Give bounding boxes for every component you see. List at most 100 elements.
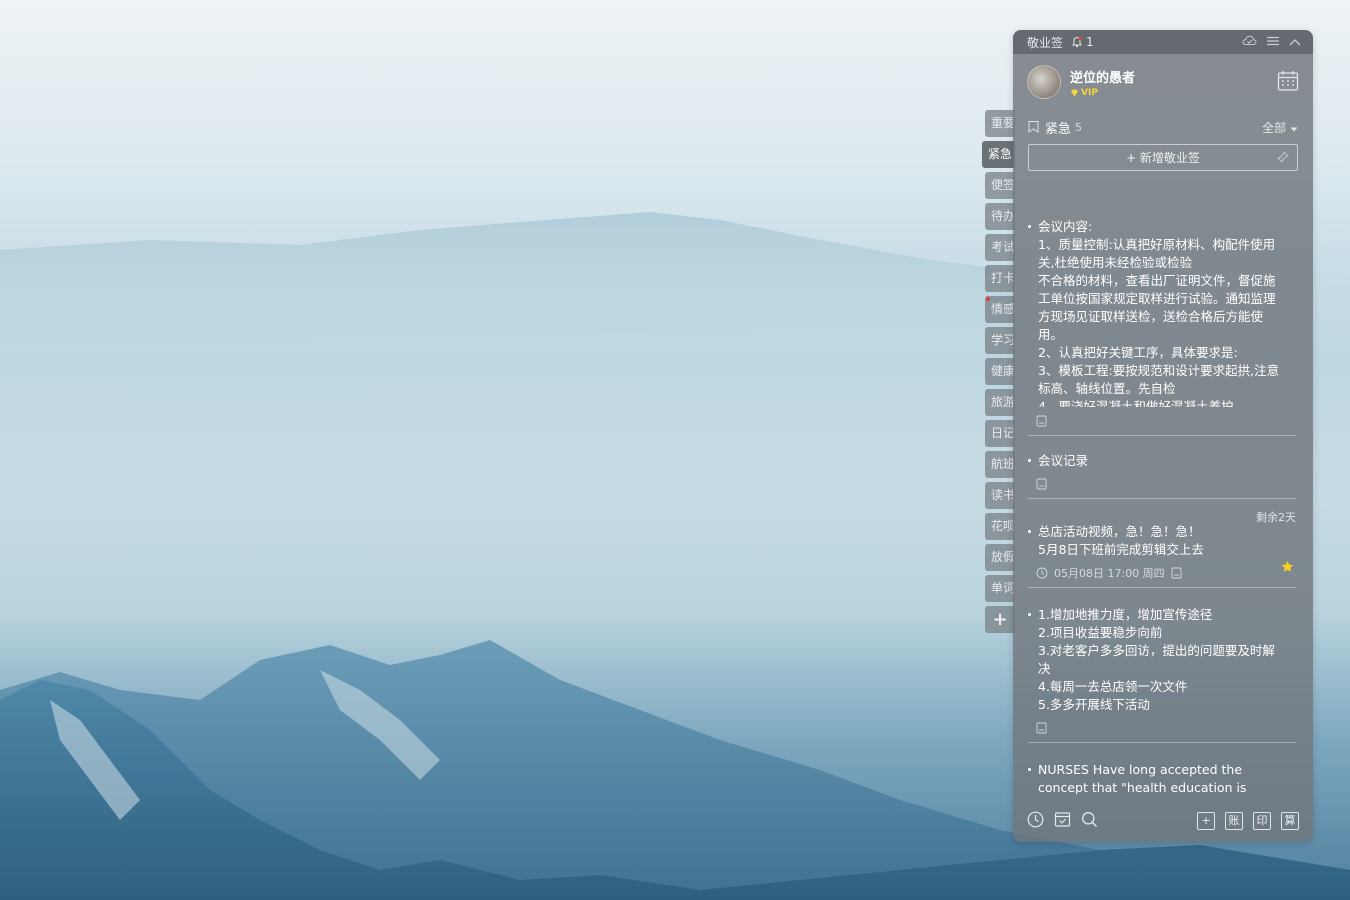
- tab-label: 花呗: [991, 519, 1015, 533]
- checklist-icon: [1054, 811, 1071, 827]
- note-line: 5.多多开展线下活动: [1038, 697, 1150, 712]
- add-category-button[interactable]: +: [985, 606, 1015, 633]
- calculator-button[interactable]: 算: [1281, 812, 1299, 830]
- note-bullet: [1028, 768, 1031, 771]
- collapse-button[interactable]: [1289, 35, 1301, 49]
- tab-label: 情感: [991, 302, 1015, 316]
- category-name: 紧急: [1045, 121, 1072, 137]
- tab-label: 重要: [991, 116, 1015, 130]
- note-line: 3、模板工程:要按规范和设计要求起拱,注意: [1038, 363, 1280, 378]
- reminder-button[interactable]: [1027, 811, 1044, 832]
- note-panel: 敬业签 1 逆位的愚者 VIP 紧急 5 全部 + 新增敬业签 会议内容: 1、…: [1013, 30, 1313, 842]
- note-line: 会议记录: [1038, 453, 1089, 468]
- note-item[interactable]: 剩余2天 总店活动视频，急！急！急！ 5月8日下班前完成剪辑交上去 05月08日 17…: [1028, 499, 1296, 588]
- note-line: 会议内容:: [1038, 219, 1093, 234]
- bottom-toolbar: + 账 印 算: [1013, 800, 1313, 842]
- tab-1[interactable]: 紧急: [982, 141, 1015, 168]
- menu-button[interactable]: [1267, 35, 1279, 49]
- tab-label: 放假: [991, 550, 1015, 564]
- tab-label: 旅游: [991, 395, 1015, 409]
- menu-icon: [1267, 36, 1279, 46]
- category-count: 5: [1075, 120, 1083, 134]
- bell-icon: [1072, 36, 1083, 48]
- tab-8[interactable]: 健康: [985, 358, 1015, 385]
- reminder-count: 1: [1086, 35, 1094, 49]
- attachment-icon: [1036, 415, 1047, 427]
- tab-13[interactable]: 花呗: [985, 513, 1015, 540]
- remaining-days: 剩余2天: [1256, 511, 1296, 524]
- note-line: concept that "health education is: [1038, 780, 1247, 794]
- note-item[interactable]: 会议内容: 1、质量控制:认真把好原材料、构配件使用 关,杜绝使用未经检验或检验不合…: [1028, 190, 1296, 436]
- sync-button[interactable]: [1242, 35, 1257, 49]
- note-meta: [1028, 714, 1296, 742]
- tab-6[interactable]: 情感: [985, 296, 1015, 323]
- cloud-icon: [1242, 35, 1257, 45]
- diamond-icon: [1071, 89, 1078, 96]
- clock-icon: [1036, 567, 1048, 579]
- tab-4[interactable]: 考试: [985, 234, 1015, 261]
- caret-down-icon: [1290, 127, 1298, 131]
- new-note-label: + 新增敬业签: [1126, 151, 1200, 165]
- tab-10[interactable]: 日记: [985, 420, 1015, 447]
- add-tool-button[interactable]: +: [1197, 812, 1215, 830]
- tab-5[interactable]: 打卡: [985, 265, 1015, 292]
- tab-label: 学习: [991, 333, 1015, 347]
- note-item[interactable]: 会议记录: [1028, 436, 1296, 499]
- filter-label: 全部: [1262, 120, 1287, 135]
- avatar[interactable]: [1027, 65, 1061, 99]
- note-line: 工单位按国家规定取样进行试验。通知监理: [1038, 291, 1276, 306]
- note-line: NURSES Have long accepted the: [1038, 762, 1243, 777]
- note-line: 1.增加地推力度，增加宣传途径: [1038, 607, 1213, 622]
- note-line: 1、质量控制:认真把好原材料、构配件使用: [1038, 237, 1276, 252]
- tab-2[interactable]: 便签: [985, 172, 1015, 199]
- tab-label: 单词: [991, 581, 1015, 595]
- vip-label: VIP: [1081, 87, 1098, 98]
- tab-15[interactable]: 单词: [985, 575, 1015, 602]
- tab-label: 读书: [991, 488, 1015, 502]
- note-line: 不合格的材料，查看出厂证明文件，督促施: [1038, 273, 1276, 288]
- panel-titlebar[interactable]: 敬业签 1: [1013, 30, 1313, 54]
- note-line-truncated: 4、要浇好混凝土和做好混凝土养护: [1038, 399, 1234, 407]
- print-button[interactable]: 印: [1253, 812, 1271, 830]
- tab-14[interactable]: 放假: [985, 544, 1015, 571]
- note-line: 标高、轴线位置。先自检: [1038, 381, 1176, 396]
- note-bullet: [1028, 530, 1031, 533]
- collapse-icon: [1289, 39, 1301, 46]
- search-icon: [1082, 811, 1098, 827]
- note-list[interactable]: 会议内容: 1、质量控制:认真把好原材料、构配件使用 关,杜绝使用未经检验或检验不合…: [1013, 190, 1313, 794]
- note-bullet: [1028, 613, 1031, 616]
- completed-button[interactable]: [1054, 811, 1071, 832]
- tab-0[interactable]: 重要: [985, 110, 1015, 137]
- user-info: 逆位的愚者 VIP: [1013, 54, 1313, 110]
- tab-label: 待办: [991, 209, 1015, 223]
- new-note-button[interactable]: + 新增敬业签: [1028, 144, 1298, 171]
- note-line: 用。: [1038, 327, 1064, 342]
- tab-label: 日记: [991, 426, 1015, 440]
- note-meta: [1028, 407, 1296, 435]
- reminder-time: 05月08日 17:00 周四: [1054, 567, 1165, 580]
- note-line: 2、认真把好关键工序，具体要求是:: [1038, 345, 1238, 360]
- alert-dot: [986, 297, 990, 301]
- tab-3[interactable]: 待办: [985, 203, 1015, 230]
- star-icon[interactable]: [1281, 558, 1294, 577]
- search-button[interactable]: [1081, 811, 1098, 832]
- category-header: 紧急 5 全部: [1013, 114, 1313, 140]
- calendar-button[interactable]: [1277, 70, 1299, 96]
- tab-label: 紧急: [988, 147, 1013, 161]
- note-line: 3.对老客户多多回访，提出的问题要及时解: [1038, 643, 1275, 658]
- tab-12[interactable]: 读书: [985, 482, 1015, 509]
- note-item[interactable]: NURSES Have long accepted the concept tha…: [1028, 743, 1296, 794]
- reminder-indicator[interactable]: 1: [1071, 35, 1094, 49]
- tab-label: 便签: [991, 178, 1015, 192]
- category-tabs: 重要紧急便签待办考试打卡情感学习健康旅游日记航班读书花呗放假单词 +: [982, 110, 1015, 637]
- tab-7[interactable]: 学习: [985, 327, 1015, 354]
- note-bullet: [1028, 459, 1031, 462]
- ledger-button[interactable]: 账: [1225, 812, 1243, 830]
- tab-9[interactable]: 旅游: [985, 389, 1015, 416]
- note-item[interactable]: 1.增加地推力度，增加宣传途径 2.项目收益要稳步向前 3.对老客户多多回访，提出的…: [1028, 588, 1296, 743]
- attachment-icon: [1036, 722, 1047, 734]
- clock-icon: [1027, 811, 1044, 827]
- note-line: 关,杜绝使用未经检验或检验: [1038, 255, 1192, 270]
- tab-11[interactable]: 航班: [985, 451, 1015, 478]
- filter-dropdown[interactable]: 全部: [1262, 119, 1298, 136]
